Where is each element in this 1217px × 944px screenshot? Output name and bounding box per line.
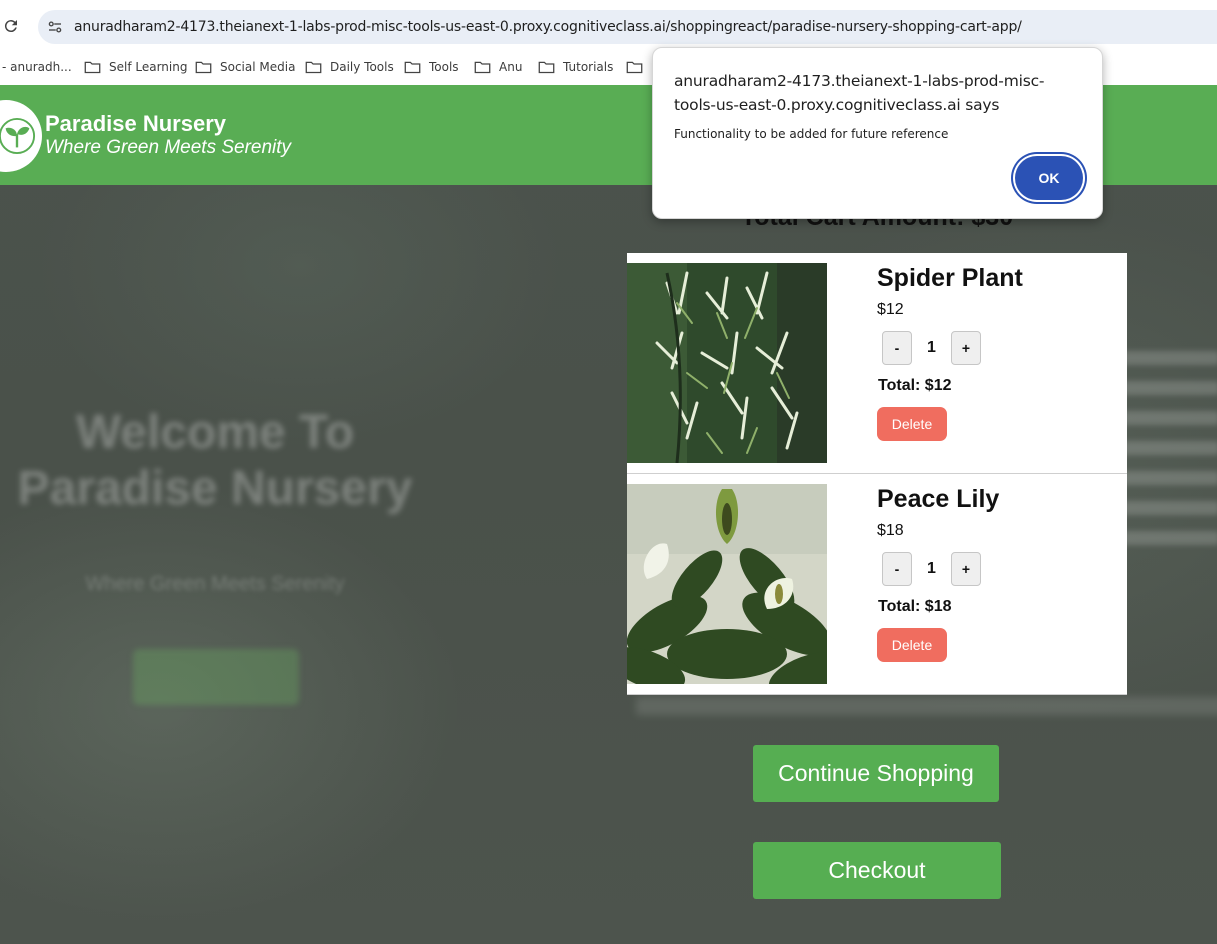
item-price: $12 <box>877 301 904 318</box>
folder-icon <box>404 61 421 74</box>
increment-button[interactable]: + <box>951 552 981 586</box>
bookmark-label: Daily Tools <box>330 60 394 74</box>
bookmark-folder[interactable]: Anu <box>474 56 522 78</box>
folder-icon <box>474 61 491 74</box>
item-total: Total: $12 <box>878 377 952 394</box>
background-welcome-heading: Welcome To Paradise Nursery <box>17 406 413 515</box>
quantity-value: 1 <box>927 339 936 356</box>
address-bar-row: anuradharam2-4173.theianext-1-labs-prod-… <box>0 0 1217 49</box>
bookmark-folder[interactable]: Self Learning <box>84 56 187 78</box>
delete-button[interactable]: Delete <box>877 628 947 662</box>
quantity-value: 1 <box>927 560 936 577</box>
dialog-title: anuradharam2-4173.theianext-1-labs-prod-… <box>674 72 1045 114</box>
bookmark-folder[interactable]: Tutorials <box>538 56 613 78</box>
peace-lily-image <box>627 484 827 684</box>
alert-dialog: anuradharam2-4173.theianext-1-labs-prod-… <box>652 47 1103 219</box>
folder-icon <box>538 61 555 74</box>
quantity-stepper: - 1 + <box>882 552 981 586</box>
bookmark-label: Tools <box>429 60 459 74</box>
bookmark-folder[interactable]: Tools <box>404 56 459 78</box>
bookmark-label: - anuradh... <box>2 60 72 74</box>
decrement-button[interactable]: - <box>882 331 912 365</box>
delete-button[interactable]: Delete <box>877 407 947 441</box>
background-get-started-button <box>133 649 299 705</box>
item-name: Peace Lily <box>877 485 1000 513</box>
folder-icon <box>305 61 322 74</box>
increment-button[interactable]: + <box>951 331 981 365</box>
folder-icon <box>195 61 212 74</box>
logo[interactable] <box>0 100 42 172</box>
bookmark-label: Tutorials <box>563 60 614 74</box>
bookmark-label: Self Learning <box>109 60 188 74</box>
folder-icon <box>84 61 101 74</box>
sprout-icon <box>0 117 36 155</box>
item-price: $18 <box>877 522 904 539</box>
url-text[interactable]: anuradharam2-4173.theianext-1-labs-prod-… <box>74 19 1022 35</box>
bookmark-folder[interactable]: Daily Tools <box>305 56 394 78</box>
ok-button[interactable]: OK <box>1015 156 1083 200</box>
background-subtitle: Where Green Meets Serenity <box>85 573 345 595</box>
item-total: Total: $18 <box>878 598 952 615</box>
bookmark-item[interactable]: - anuradh... <box>2 56 72 78</box>
folder-icon <box>626 61 643 74</box>
reload-icon[interactable] <box>2 17 20 35</box>
site-settings-icon[interactable] <box>46 18 64 36</box>
item-name: Spider Plant <box>877 264 1023 292</box>
background-about-text-bottom <box>636 697 1217 715</box>
cart-item: Spider Plant $12 - 1 + Total: $12 Delete <box>627 253 1127 474</box>
cart-item: Peace Lily $18 - 1 + Total: $18 Delete <box>627 474 1127 695</box>
brand-name: Paradise Nursery <box>45 111 226 136</box>
continue-shopping-button[interactable]: Continue Shopping <box>753 745 999 802</box>
bookmark-label: Anu <box>499 60 523 74</box>
brand-tagline: Where Green Meets Serenity <box>45 137 292 158</box>
spider-plant-image <box>627 263 827 463</box>
dialog-message: Functionality to be added for future ref… <box>674 127 949 141</box>
bookmark-label: Social Media <box>220 60 296 74</box>
checkout-button[interactable]: Checkout <box>753 842 1001 899</box>
bookmark-folder[interactable] <box>626 56 651 78</box>
url-omnibox[interactable]: anuradharam2-4173.theianext-1-labs-prod-… <box>38 10 1217 44</box>
cart-items-list: Spider Plant $12 - 1 + Total: $12 Delete <box>627 253 1127 695</box>
quantity-stepper: - 1 + <box>882 331 981 365</box>
decrement-button[interactable]: - <box>882 552 912 586</box>
bookmark-folder[interactable]: Social Media <box>195 56 295 78</box>
